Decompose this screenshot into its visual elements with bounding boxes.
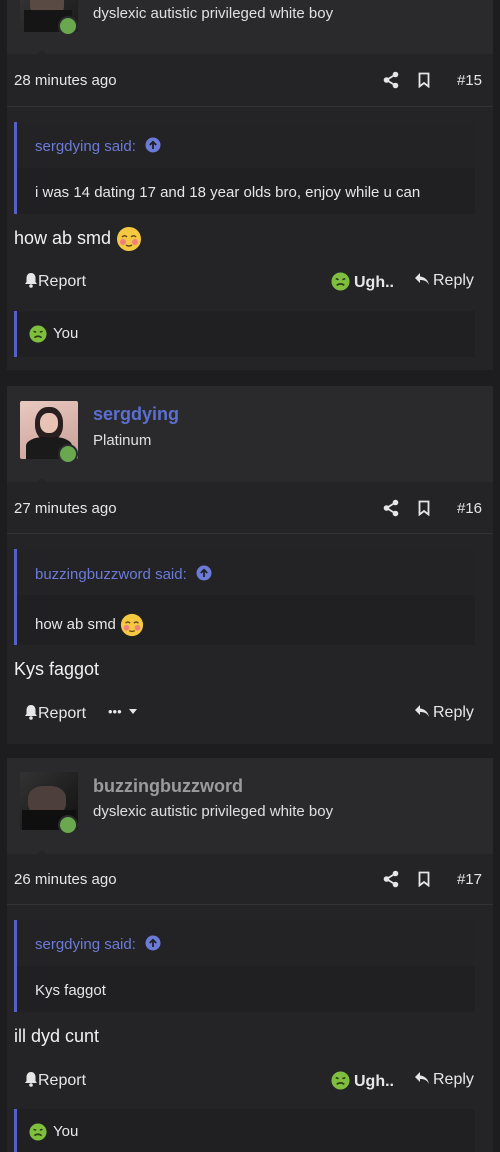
report-button[interactable]: Report bbox=[24, 1071, 86, 1090]
arrow-up-circle-icon[interactable] bbox=[145, 137, 161, 153]
bookmark-icon[interactable] bbox=[418, 72, 430, 88]
divider bbox=[7, 106, 493, 107]
blush-face-icon bbox=[120, 613, 144, 637]
reply-icon bbox=[415, 273, 429, 285]
bookmark-icon[interactable] bbox=[418, 871, 430, 887]
report-button[interactable]: Report bbox=[24, 704, 86, 723]
bell-icon bbox=[25, 705, 37, 720]
reacted-by[interactable]: You bbox=[53, 325, 78, 342]
bookmark-icon[interactable] bbox=[418, 500, 430, 516]
reaction-button[interactable]: Ugh.. bbox=[331, 272, 394, 292]
post-time[interactable]: 27 minutes ago bbox=[14, 500, 117, 517]
online-indicator bbox=[58, 815, 78, 835]
caret-down-icon bbox=[129, 709, 138, 714]
divider bbox=[7, 904, 493, 905]
username[interactable]: buzzingbuzzword bbox=[93, 776, 243, 797]
sick-face-icon bbox=[331, 272, 350, 291]
more-options-button[interactable]: ••• bbox=[108, 704, 138, 719]
reply-button[interactable]: Reply bbox=[414, 272, 474, 290]
reply-button[interactable]: Reply bbox=[414, 704, 474, 722]
divider bbox=[7, 533, 493, 534]
username[interactable]: sergdying bbox=[93, 404, 179, 425]
quote-text: how ab smd bbox=[35, 613, 144, 637]
sick-face-icon bbox=[29, 1123, 47, 1141]
quote-author[interactable]: sergdying said: bbox=[35, 137, 161, 155]
quote-author[interactable]: buzzingbuzzword said: bbox=[35, 565, 212, 583]
post-16-user-header: sergdying Platinum bbox=[7, 386, 493, 482]
quote-block[interactable]: buzzingbuzzword said: how ab smd bbox=[14, 549, 475, 645]
reply-icon bbox=[415, 1072, 429, 1084]
post-message: Kys faggot bbox=[14, 659, 100, 679]
bell-icon bbox=[25, 273, 37, 288]
post-time[interactable]: 28 minutes ago bbox=[14, 72, 117, 89]
quote-text: Kys faggot bbox=[35, 982, 106, 999]
blush-face-icon bbox=[117, 227, 142, 251]
post-message: ill dyd cunt bbox=[14, 1026, 100, 1046]
user-title: dyslexic autistic privileged white boy bbox=[93, 5, 334, 22]
post-number[interactable]: #17 bbox=[457, 871, 482, 888]
share-icon[interactable] bbox=[383, 499, 399, 517]
post-message: how ab smd bbox=[14, 226, 142, 252]
share-icon[interactable] bbox=[383, 870, 399, 888]
reaction-summary[interactable]: You bbox=[14, 311, 475, 357]
sick-face-icon bbox=[331, 1071, 350, 1090]
online-indicator bbox=[58, 16, 78, 36]
post-17-user-header: buzzingbuzzword dyslexic autistic privil… bbox=[7, 758, 493, 854]
post-number[interactable]: #15 bbox=[457, 72, 482, 89]
quote-block[interactable]: sergdying said: Kys faggot bbox=[14, 920, 475, 1012]
quote-text: i was 14 dating 17 and 18 year olds bro,… bbox=[35, 184, 421, 201]
post-time[interactable]: 26 minutes ago bbox=[14, 871, 117, 888]
report-button[interactable]: Report bbox=[24, 272, 86, 291]
online-indicator bbox=[58, 444, 78, 464]
arrow-up-circle-icon[interactable] bbox=[145, 935, 161, 951]
reaction-button[interactable]: Ugh.. bbox=[331, 1071, 394, 1091]
arrow-up-circle-icon[interactable] bbox=[196, 565, 212, 581]
reply-button[interactable]: Reply bbox=[414, 1071, 474, 1089]
share-icon[interactable] bbox=[383, 71, 399, 89]
quote-block[interactable]: sergdying said: i was 14 dating 17 and 1… bbox=[14, 122, 475, 214]
user-title: Platinum bbox=[93, 432, 152, 449]
reply-icon bbox=[415, 705, 429, 717]
bell-icon bbox=[25, 1072, 37, 1087]
reacted-by[interactable]: You bbox=[53, 1123, 78, 1140]
post-15-user-header: dyslexic autistic privileged white boy bbox=[7, 0, 493, 54]
post-number[interactable]: #16 bbox=[457, 500, 482, 517]
user-title: dyslexic autistic privileged white boy bbox=[93, 803, 334, 820]
sick-face-icon bbox=[29, 325, 47, 343]
quote-author[interactable]: sergdying said: bbox=[35, 935, 161, 953]
reaction-summary[interactable]: You bbox=[14, 1109, 475, 1152]
